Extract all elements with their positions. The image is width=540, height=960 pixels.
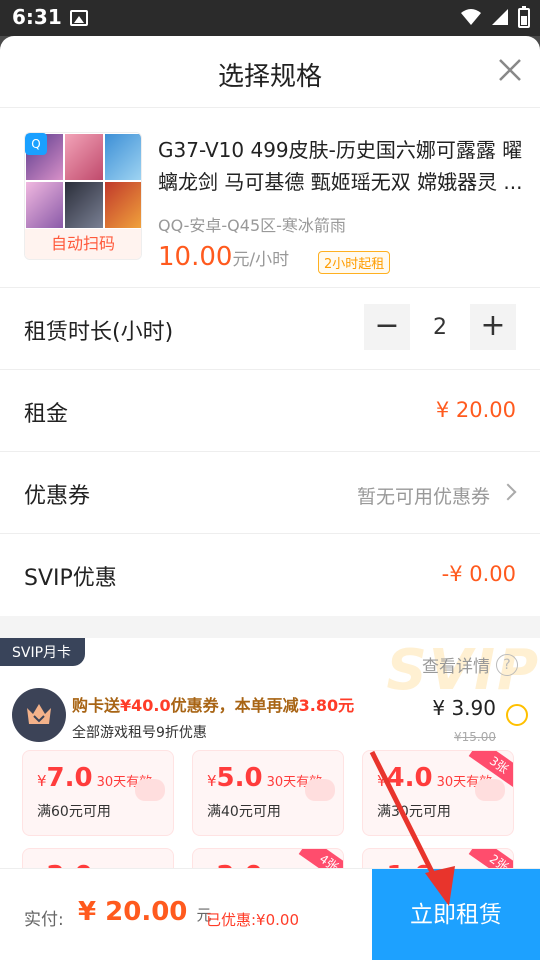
svip-discount-value: -¥ 0.00 (441, 562, 516, 586)
close-icon[interactable] (496, 56, 524, 84)
checkout-footer: 实付: ¥ 20.00 元 已优惠:¥0.00 立即租赁 (0, 868, 540, 960)
rent-label: 租金 (24, 402, 69, 427)
sheet-title: 选择规格 (217, 62, 322, 92)
svip-original-price: ¥15.00 (454, 730, 496, 744)
svip-benefit-text: 全部游戏租号9折优惠 (72, 725, 207, 741)
min-rent-badge: 2小时起租 (318, 251, 391, 274)
coupon-condition: 满40元可用 (207, 804, 281, 820)
coupon-amount-value: 5.0 (216, 763, 263, 793)
coupon-item[interactable]: ¥5.0 30天有效 满40元可用 (192, 750, 344, 836)
rent-value: ¥ 20.00 (435, 398, 516, 422)
coupon-amount-value: 4.0 (386, 763, 433, 793)
saved-amount: 已优惠:¥0.00 (206, 911, 299, 929)
qq-icon: Q (25, 133, 47, 155)
coupon-condition: 满30元可用 (377, 804, 451, 820)
question-icon: ? (496, 653, 518, 676)
promo-mid: 优惠券，本单再减 (170, 696, 299, 715)
gamepad-icon (305, 779, 335, 801)
coupon-yen: ¥ (37, 772, 47, 790)
view-details-link[interactable]: 查看详情 ? (422, 652, 518, 677)
crown-icon (12, 688, 66, 742)
duration-stepper: − 2 + (364, 304, 516, 350)
product-name: G37-V10 499皮肤-历史国六娜可露露 曜螭龙剑 马可基德 甄姬瑶无双 嫦… (158, 138, 523, 194)
svip-discount-row: SVIP优惠 -¥ 0.00 (0, 534, 540, 616)
duration-row: 租赁时长(小时) − 2 + (0, 288, 540, 370)
pay-amount: ¥ 20.00 元 (78, 897, 211, 927)
coupon-item[interactable]: ¥4.0 30天有效 满30元可用 3张 (362, 750, 514, 836)
increase-button[interactable]: + (470, 304, 516, 350)
product-price-unit: 元/小时 (232, 250, 290, 270)
spec-bottom-sheet: 选择规格 Q 自动扫码 G37-V10 499皮肤-历史国六娜可露露 曜螭龙剑 … (0, 36, 540, 960)
status-icons (460, 6, 530, 28)
battery-icon (518, 6, 530, 28)
coupon-amount-value: 7.0 (46, 763, 93, 793)
auto-scan-tag: 自动扫码 (25, 229, 141, 259)
duration-value[interactable]: 2 (410, 315, 470, 340)
chevron-right-icon (499, 483, 517, 501)
pay-amount-value: ¥ 20.00 (78, 897, 188, 927)
product-thumbnail[interactable]: Q 自动扫码 (24, 132, 142, 260)
svip-month-card-badge: SVIP月卡 (0, 638, 86, 666)
coupon-label: 优惠券 (24, 484, 91, 509)
section-divider (0, 616, 540, 638)
coupon-row[interactable]: 优惠券 暂无可用优惠券 (0, 452, 540, 534)
duration-label: 租赁时长(小时) (24, 320, 174, 345)
rent-now-button[interactable]: 立即租赁 (372, 869, 540, 960)
sheet-header: 选择规格 (0, 36, 540, 108)
coupon-value: 暂无可用优惠券 (356, 486, 490, 508)
wifi-icon (461, 9, 481, 25)
decrease-button[interactable]: − (364, 304, 410, 350)
svip-card-price: ¥ 3.90 (432, 696, 496, 720)
promo-prefix: 购卡送 (72, 696, 121, 715)
gamepad-icon (475, 779, 505, 801)
coupon-yen: ¥ (377, 772, 387, 790)
product-price: 10.00元/小时 (158, 242, 289, 272)
rent-row: 租金 ¥ 20.00 (0, 370, 540, 452)
svip-discount-label: SVIP优惠 (24, 566, 117, 591)
gamepad-icon (135, 779, 165, 801)
coupon-yen: ¥ (207, 772, 217, 790)
promo-coupon: ¥40.0 (120, 696, 171, 715)
coupon-item[interactable]: ¥7.0 30天有效 满60元可用 (22, 750, 174, 836)
svip-card-offer[interactable]: SVIP SVIP月卡 查看详情 ? 购卡送¥40.0优惠券，本单再减3.80元… (0, 638, 540, 878)
coupon-condition: 满60元可用 (37, 804, 111, 820)
product-price-value: 10.00 (158, 242, 233, 272)
view-details-text: 查看详情 (422, 657, 490, 677)
pay-label: 实付: (24, 910, 64, 930)
status-bar: 6:31 (0, 0, 540, 36)
svip-promo-text: 购卡送¥40.0优惠券，本单再减3.80元 (72, 692, 354, 716)
status-time: 6:31 (12, 5, 62, 29)
signal-icon (492, 9, 508, 25)
image-notification-icon (70, 10, 88, 26)
product-server: QQ-安卓-Q45区-寒冰箭雨 (158, 216, 346, 235)
product-summary: Q 自动扫码 G37-V10 499皮肤-历史国六娜可露露 曜螭龙剑 马可基德 … (0, 108, 540, 288)
promo-reduce: 3.80元 (298, 696, 355, 715)
svip-select-radio[interactable] (506, 704, 528, 726)
